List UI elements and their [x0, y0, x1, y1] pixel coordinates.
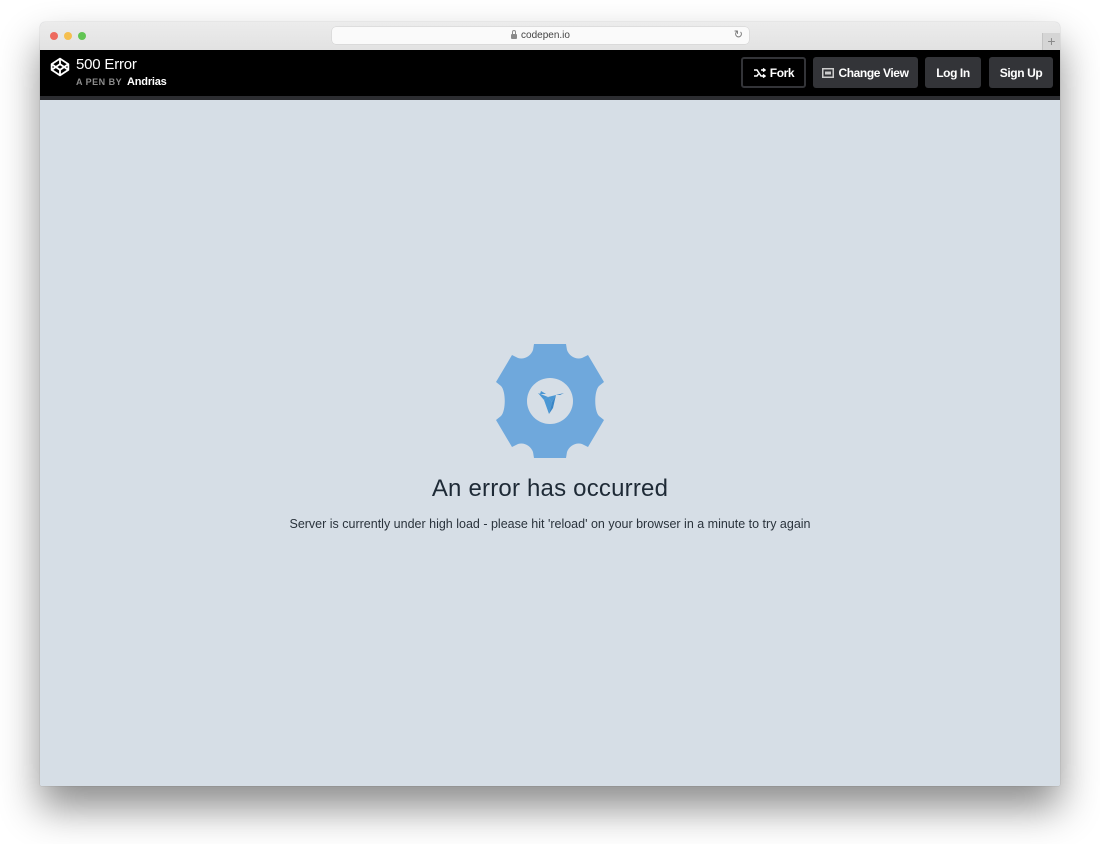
sign-up-label: Sign Up — [999, 65, 1043, 80]
pen-title: 500 Error — [76, 56, 137, 73]
codepen-logo-icon[interactable] — [50, 57, 70, 77]
close-window-button[interactable] — [50, 32, 58, 40]
change-view-button[interactable]: Change View — [813, 57, 918, 88]
error-message: Server is currently under high load - pl… — [289, 517, 811, 531]
change-view-label: Change View — [838, 65, 909, 80]
error-heading: An error has occurred — [431, 475, 669, 502]
browser-titlebar: codepen.io ↻ + — [40, 22, 1060, 51]
log-in-label: Log In — [936, 65, 970, 80]
error-page: An error has occurred Server is currentl… — [40, 100, 1060, 786]
gear-hummingbird-icon — [496, 344, 604, 458]
address-bar[interactable]: codepen.io ↻ — [332, 27, 749, 44]
minimize-window-button[interactable] — [64, 32, 72, 40]
sign-up-button[interactable]: Sign Up — [989, 57, 1053, 88]
codepen-header: 500 Error A PEN BY Andrias Fork Change V… — [40, 50, 1060, 100]
pen-author-link[interactable]: Andrias — [127, 76, 167, 88]
browser-window: codepen.io ↻ + 500 Error A PEN BY Andria… — [40, 22, 1060, 786]
change-view-icon — [822, 67, 835, 78]
pen-by-label: A PEN BY — [76, 77, 123, 87]
lock-icon — [511, 30, 518, 39]
fork-label: Fork — [769, 65, 795, 80]
fork-icon — [753, 67, 766, 78]
fork-button[interactable]: Fork — [741, 57, 806, 88]
reload-icon[interactable]: ↻ — [734, 28, 743, 41]
pen-byline: A PEN BY Andrias — [76, 76, 167, 88]
new-tab-button[interactable]: + — [1042, 33, 1060, 50]
log-in-button[interactable]: Log In — [925, 57, 981, 88]
url-text: codepen.io — [521, 30, 570, 41]
maximize-window-button[interactable] — [78, 32, 86, 40]
